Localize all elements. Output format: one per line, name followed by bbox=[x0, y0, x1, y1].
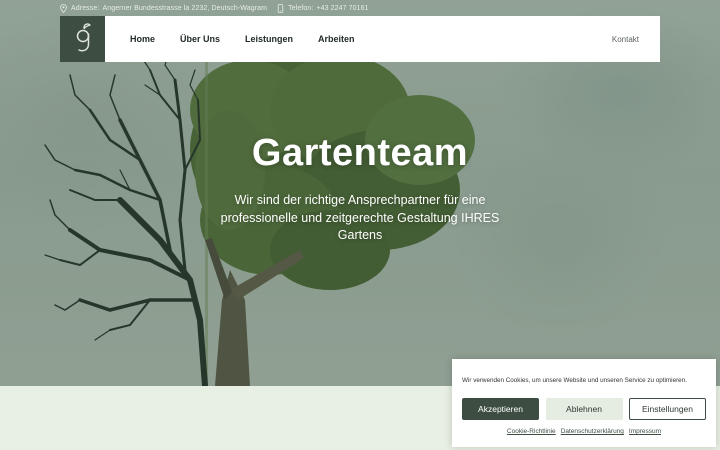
deny-cookies-button[interactable]: Ablehnen bbox=[545, 398, 623, 420]
hero-title: Gartenteam bbox=[251, 132, 469, 174]
nav-kontakt[interactable]: Kontakt bbox=[612, 35, 639, 44]
cookie-settings-button[interactable]: Einstellungen bbox=[629, 398, 706, 420]
imprint-link[interactable]: Impressum bbox=[629, 428, 661, 435]
cookie-text: Wir verwenden Cookies, um unsere Website… bbox=[462, 377, 687, 384]
nav-arbeiten[interactable]: Arbeiten bbox=[318, 34, 355, 44]
cookie-links: Cookie-Richtlinie Datenschutzerklärung I… bbox=[462, 428, 706, 435]
privacy-policy-link[interactable]: Datenschutzerklärung bbox=[561, 428, 624, 435]
nav-home[interactable]: Home bbox=[130, 34, 155, 44]
accept-cookies-button[interactable]: Akzeptieren bbox=[462, 398, 539, 420]
cookie-buttons: Akzeptieren Ablehnen Einstellungen bbox=[462, 398, 706, 420]
main-navbar: Home Über Uns Leistungen Arbeiten Kontak… bbox=[60, 16, 660, 62]
address-label: Adresse: bbox=[71, 4, 100, 12]
nav-links: Home Über Uns Leistungen Arbeiten bbox=[130, 34, 380, 44]
topbar-address: Adresse: Angerner Bundesstrasse la 2232,… bbox=[60, 3, 268, 13]
cookie-policy-link[interactable]: Cookie-Richtlinie bbox=[507, 428, 556, 435]
nav-ueber-uns[interactable]: Über Uns bbox=[180, 34, 220, 44]
topbar: Adresse: Angerner Bundesstrasse la 2232,… bbox=[60, 0, 379, 16]
topbar-phone: Telefon: +43 2247 70161 bbox=[277, 3, 369, 13]
phone-icon bbox=[277, 3, 284, 13]
nav-leistungen[interactable]: Leistungen bbox=[245, 34, 293, 44]
location-pin-icon bbox=[60, 3, 67, 13]
cookie-banner: Wir verwenden Cookies, um unsere Website… bbox=[452, 359, 716, 447]
phone-label: Telefon: bbox=[288, 4, 314, 12]
logo-g-icon bbox=[76, 23, 91, 52]
address-value: Angerner Bundesstrasse la 2232, Deutsch-… bbox=[102, 4, 268, 12]
phone-value[interactable]: +43 2247 70161 bbox=[316, 5, 368, 12]
site-logo[interactable] bbox=[60, 16, 105, 62]
hero-subtitle: Wir sind der richtige Ansprechpartner fü… bbox=[220, 193, 500, 242]
